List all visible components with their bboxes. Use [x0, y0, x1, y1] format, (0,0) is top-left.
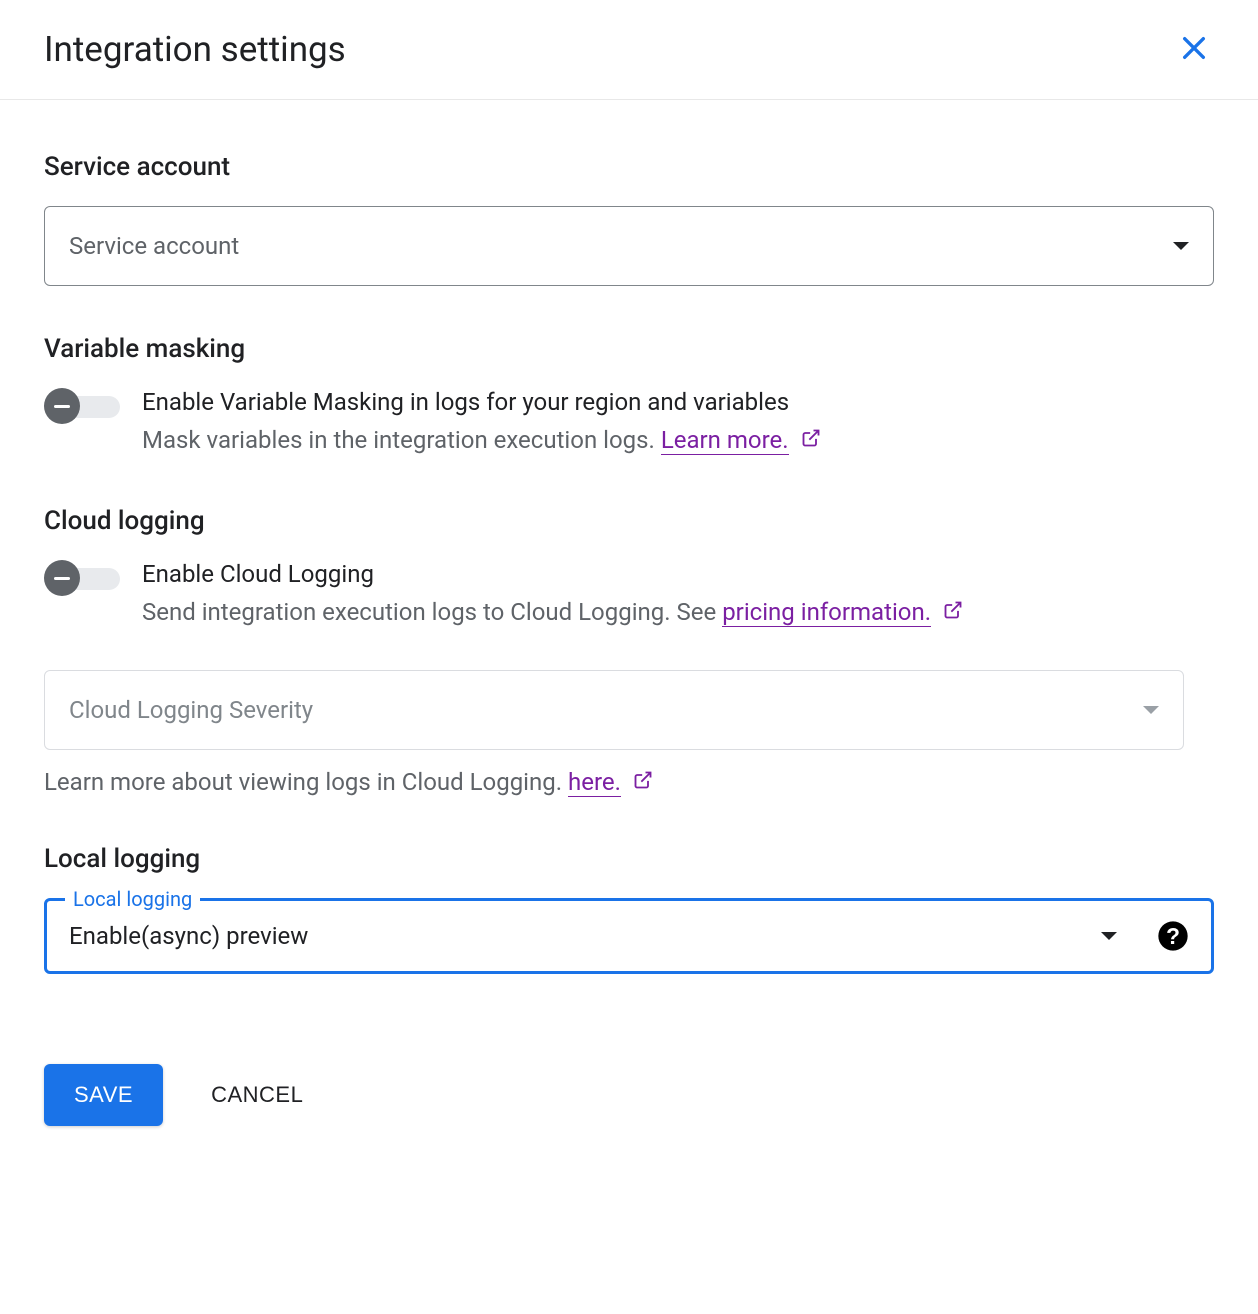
- chevron-down-icon: [1101, 932, 1117, 940]
- cloud-logging-hint: Learn more about viewing logs in Cloud L…: [44, 768, 1214, 796]
- save-button[interactable]: SAVE: [44, 1064, 163, 1126]
- dialog-content: Service account Service account Variable…: [0, 100, 1258, 1166]
- variable-masking-toggle-row: Enable Variable Masking in logs for your…: [44, 388, 1214, 458]
- service-account-title: Service account: [44, 152, 1214, 182]
- cloud-logging-toggle-row: Enable Cloud Logging Send integration ex…: [44, 560, 1214, 630]
- svg-text:?: ?: [1166, 923, 1180, 949]
- cloud-logging-text: Enable Cloud Logging Send integration ex…: [142, 560, 1214, 630]
- variable-masking-desc-text: Mask variables in the integration execut…: [142, 426, 661, 454]
- close-button[interactable]: [1174, 28, 1214, 71]
- toggle-knob: [44, 388, 80, 424]
- cloud-logging-hint-text: Learn more about viewing logs in Cloud L…: [44, 768, 568, 796]
- cloud-logging-title: Cloud logging: [44, 506, 1214, 536]
- cloud-logging-severity-group: Cloud Logging Severity Learn more about …: [44, 670, 1214, 796]
- external-link-icon: [633, 768, 653, 796]
- local-logging-title: Local logging: [44, 844, 1214, 874]
- help-icon[interactable]: ?: [1157, 920, 1189, 952]
- local-logging-field-label: Local logging: [65, 887, 200, 911]
- close-icon: [1178, 32, 1210, 64]
- cloud-logging-severity-select[interactable]: Cloud Logging Severity: [44, 670, 1184, 750]
- cancel-button[interactable]: CANCEL: [211, 1082, 303, 1108]
- external-link-icon: [801, 422, 821, 458]
- cloud-logging-toggle[interactable]: [44, 560, 120, 596]
- cloud-logging-desc-text: Send integration execution logs to Cloud…: [142, 598, 722, 626]
- chevron-down-icon: [1173, 242, 1189, 250]
- variable-masking-text: Enable Variable Masking in logs for your…: [142, 388, 1214, 458]
- dialog-title: Integration settings: [44, 29, 346, 70]
- local-logging-select[interactable]: Local logging Enable(async) preview ?: [44, 898, 1214, 974]
- variable-masking-section: Variable masking Enable Variable Masking…: [44, 334, 1214, 458]
- cloud-logging-here-link[interactable]: here.: [568, 768, 621, 797]
- cloud-logging-section: Cloud logging Enable Cloud Logging Send …: [44, 506, 1214, 796]
- cloud-logging-severity-placeholder: Cloud Logging Severity: [69, 696, 1143, 724]
- variable-masking-title: Variable masking: [44, 334, 1214, 364]
- chevron-down-icon: [1143, 706, 1159, 714]
- dialog-header: Integration settings: [0, 0, 1258, 100]
- cloud-logging-pricing-link[interactable]: pricing information.: [722, 598, 931, 627]
- variable-masking-label: Enable Variable Masking in logs for your…: [142, 388, 1214, 416]
- cloud-logging-desc: Send integration execution logs to Cloud…: [142, 594, 1214, 630]
- toggle-knob: [44, 560, 80, 596]
- local-logging-section: Local logging Local logging Enable(async…: [44, 844, 1214, 974]
- cloud-logging-label: Enable Cloud Logging: [142, 560, 1214, 588]
- local-logging-value: Enable(async) preview: [69, 922, 1101, 950]
- variable-masking-learn-more-link[interactable]: Learn more.: [661, 426, 789, 455]
- button-row: SAVE CANCEL: [44, 1064, 1214, 1126]
- variable-masking-toggle[interactable]: [44, 388, 120, 424]
- service-account-section: Service account Service account: [44, 152, 1214, 286]
- service-account-placeholder: Service account: [69, 232, 1173, 260]
- variable-masking-desc: Mask variables in the integration execut…: [142, 422, 1214, 458]
- service-account-select[interactable]: Service account: [44, 206, 1214, 286]
- external-link-icon: [943, 594, 963, 630]
